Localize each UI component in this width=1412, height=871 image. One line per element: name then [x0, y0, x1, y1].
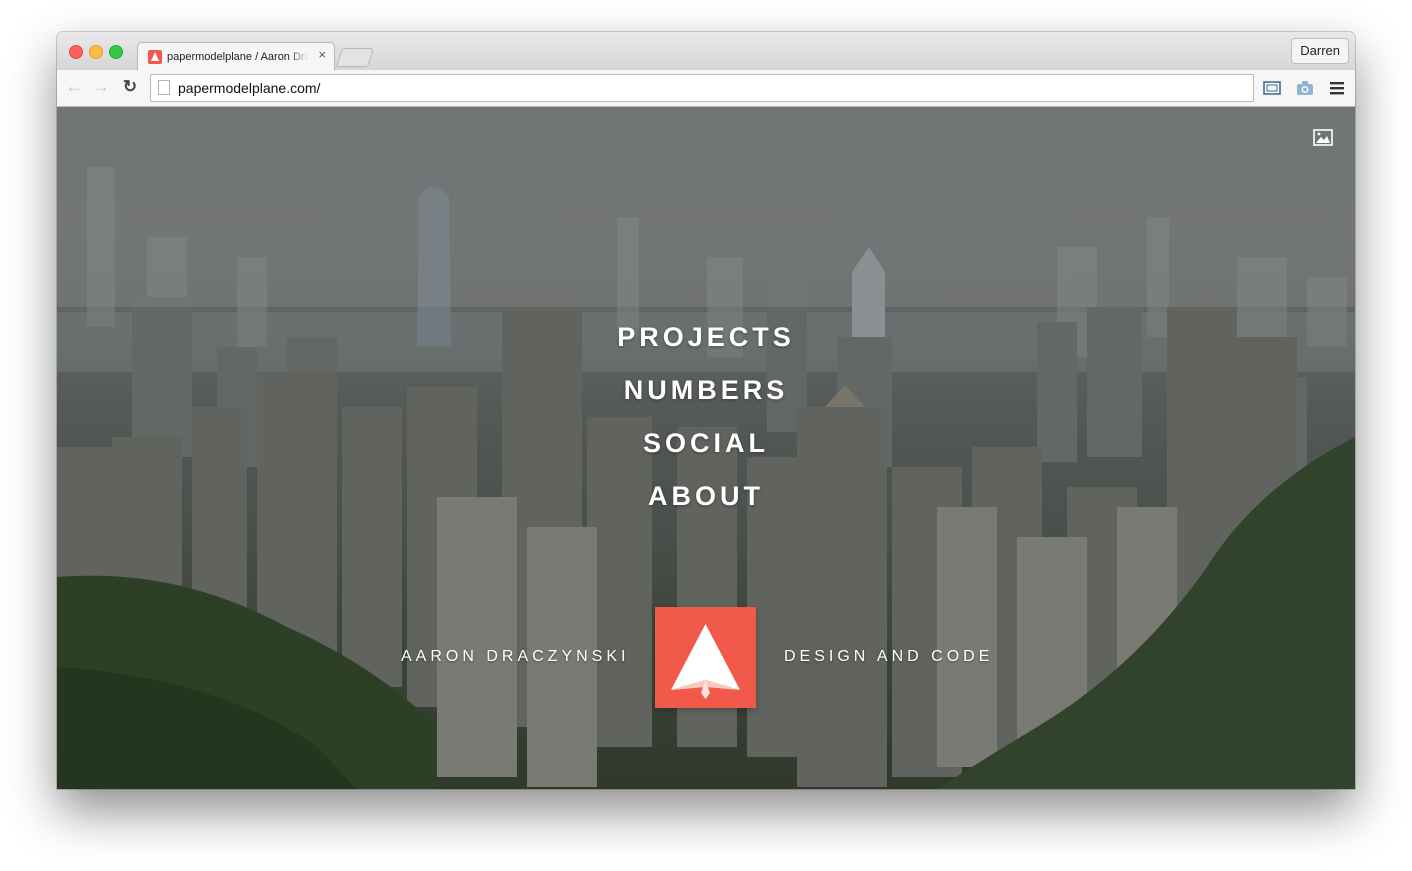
url-text[interactable]: papermodelplane.com/	[178, 80, 320, 96]
nav-link-projects[interactable]: PROJECTS	[576, 311, 836, 364]
image-icon[interactable]	[1313, 129, 1333, 146]
tab-close-icon[interactable]: ×	[318, 47, 326, 62]
paper-plane-glyph-icon	[671, 624, 740, 699]
tab-title: papermodelplane / Aaron Draczynski	[167, 51, 309, 63]
tagline: DESIGN AND CODE	[784, 648, 994, 665]
forward-arrow-icon[interactable]: →	[90, 76, 112, 98]
cast-icon[interactable]	[1262, 78, 1282, 98]
browser-tab[interactable]: papermodelplane / Aaron Draczynski ×	[137, 42, 335, 71]
profile-button[interactable]: Darren	[1291, 38, 1349, 64]
browser-toolbar: ← → ↻ papermodelplane.com/	[57, 70, 1355, 107]
author-name: AARON DRACZYNSKI	[401, 648, 630, 665]
paper-plane-logo-icon[interactable]	[655, 607, 756, 708]
page-hero: PROJECTS NUMBERS SOCIAL ABOUT AARON DRAC…	[57, 107, 1355, 789]
camera-icon[interactable]	[1295, 78, 1315, 98]
nav-link-social[interactable]: SOCIAL	[576, 417, 836, 470]
title-bar: papermodelplane / Aaron Draczynski × Dar…	[57, 32, 1355, 71]
maximize-window-button[interactable]	[109, 45, 123, 59]
page-icon	[158, 80, 170, 95]
reload-icon[interactable]: ↻	[119, 76, 141, 98]
minimize-window-button[interactable]	[89, 45, 103, 59]
paper-plane-logo-icon	[148, 50, 162, 64]
nav-link-about[interactable]: ABOUT	[576, 470, 836, 523]
hamburger-menu-icon[interactable]	[1327, 78, 1347, 98]
nav-link-numbers[interactable]: NUMBERS	[576, 364, 836, 417]
new-tab-button[interactable]	[335, 48, 375, 67]
back-arrow-icon[interactable]: ←	[63, 76, 85, 98]
close-window-button[interactable]	[69, 45, 83, 59]
main-navigation: PROJECTS NUMBERS SOCIAL ABOUT	[57, 311, 1355, 523]
address-bar[interactable]: papermodelplane.com/	[150, 74, 1254, 102]
browser-window: papermodelplane / Aaron Draczynski × Dar…	[57, 32, 1355, 789]
